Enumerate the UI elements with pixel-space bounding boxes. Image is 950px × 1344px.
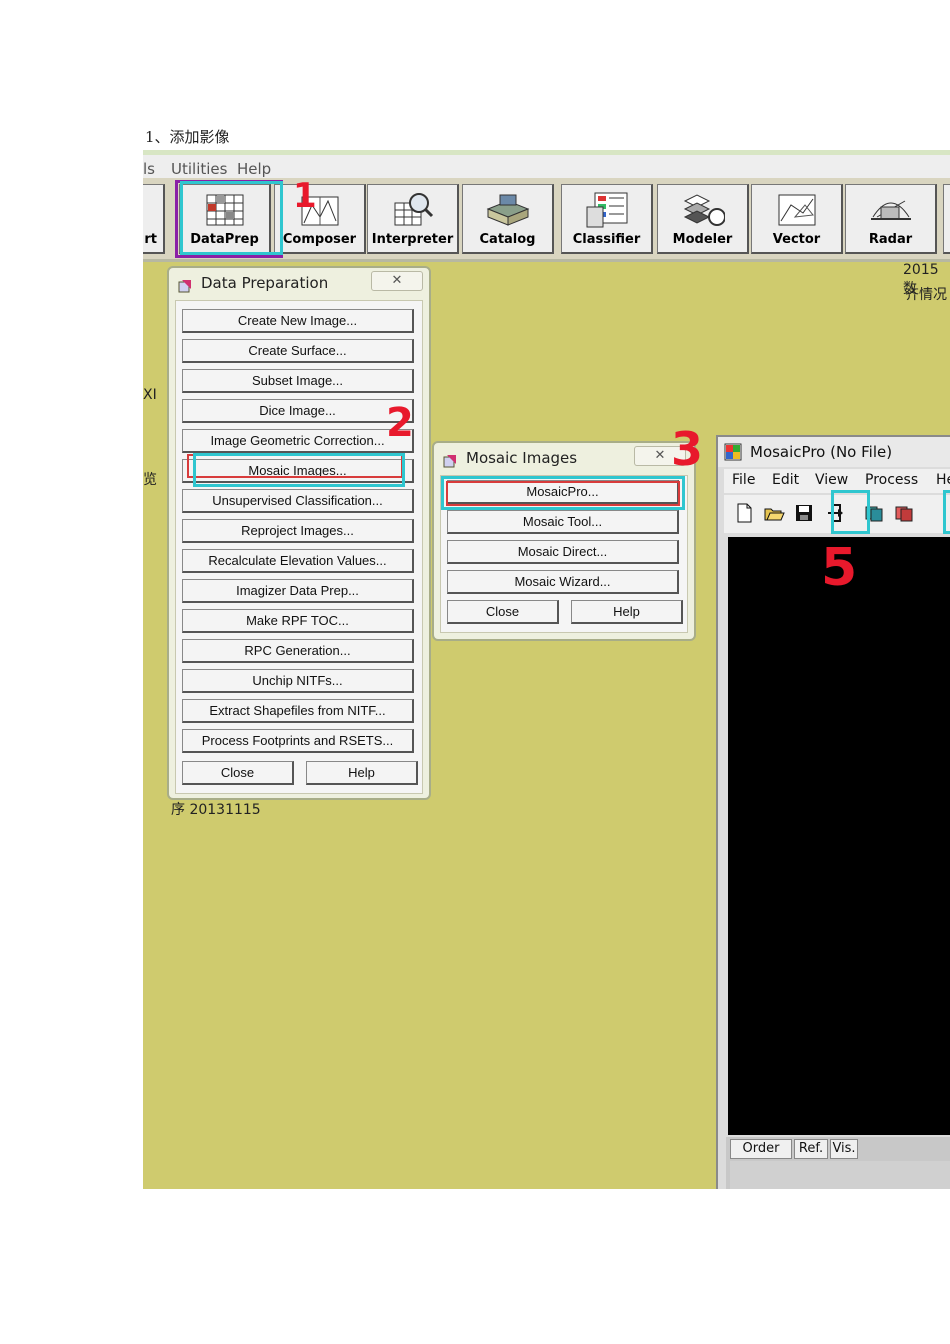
radar-icon (869, 191, 913, 229)
mosaicpro-menu-edit[interactable]: Edit (772, 472, 799, 488)
tool-catalog[interactable]: Catalog (462, 184, 554, 254)
cutline-icon[interactable] (892, 501, 916, 525)
save-icon[interactable] (792, 501, 816, 525)
data-prep-item-4[interactable]: Image Geometric Correction... (182, 429, 414, 453)
data-prep-item-10[interactable]: Make RPF TOC... (182, 609, 414, 633)
tool-modeler-label: Modeler (672, 232, 733, 247)
tool-partial-right[interactable] (943, 184, 950, 254)
catalog-icon (486, 191, 530, 229)
mosaic-images-item-3[interactable]: Mosaic Wizard... (447, 570, 679, 594)
data-preparation-close-button[interactable]: Close (182, 761, 294, 785)
tool-interpreter[interactable]: Interpreter (367, 184, 459, 254)
bg-text-right-2: 齐情况 (905, 287, 947, 303)
tool-classifier[interactable]: Classifier (561, 184, 653, 254)
data-prep-item-6[interactable]: Unsupervised Classification... (182, 489, 414, 513)
erdas-app-icon (443, 453, 457, 468)
tool-partial-left[interactable]: rt (143, 184, 165, 254)
data-prep-item-13[interactable]: Extract Shapefiles from NITF... (182, 699, 414, 723)
highlight-cyan-add-images (831, 490, 870, 534)
mosaicpro-menu-file[interactable]: File (732, 472, 755, 488)
erdas-app-icon (178, 278, 192, 293)
tool-vector[interactable]: Vector (751, 184, 843, 254)
classifier-icon (585, 191, 629, 229)
mosaic-images-help-button[interactable]: Help (571, 600, 683, 624)
highlight-cyan-mosaicpro (441, 476, 685, 510)
tool-radar[interactable]: Radar (845, 184, 937, 254)
data-prep-item-11[interactable]: RPC Generation... (182, 639, 414, 663)
tool-catalog-label: Catalog (479, 232, 536, 247)
data-preparation-title: Data Preparation (201, 274, 329, 292)
annotation-step-5: 5 (821, 538, 858, 598)
mosaicpro-app-icon (724, 443, 742, 461)
data-preparation-help-button[interactable]: Help (306, 761, 418, 785)
mosaicpro-canvas[interactable] (728, 537, 950, 1135)
menu-help[interactable]: Help (237, 160, 271, 178)
mosaic-images-item-1[interactable]: Mosaic Tool... (447, 510, 679, 534)
bg-text-lan: 浏览 (143, 472, 157, 488)
data-preparation-panel: Create New Image... Create Surface... Subs… (175, 300, 423, 794)
app-menubar: ls Utilities Help (143, 150, 950, 178)
mosaic-images-close-button[interactable]: Close (447, 600, 559, 624)
data-preparation-dialog: Data Preparation ✕ Create New Image... Cr… (167, 266, 431, 800)
mosaic-images-title: Mosaic Images (466, 449, 578, 467)
tool-modeler[interactable]: Modeler (657, 184, 749, 254)
interpreter-icon (391, 191, 435, 229)
open-folder-icon[interactable] (762, 501, 786, 525)
annotation-step-3: 3 (671, 422, 704, 476)
image-list-body (730, 1161, 950, 1189)
screenshot-area: ls Utilities Help rt DataPrep Composer I… (143, 150, 950, 1189)
column-order[interactable]: Order (730, 1139, 792, 1159)
highlight-cyan-partial-right (943, 490, 950, 534)
annotation-step-2: 2 (386, 400, 414, 446)
mosaicpro-title: MosaicPro (No File) (750, 443, 893, 461)
column-vis[interactable]: Vis. (830, 1139, 858, 1159)
data-preparation-close-x[interactable]: ✕ (371, 271, 423, 291)
data-prep-item-7[interactable]: Reproject Images... (182, 519, 414, 543)
data-prep-item-12[interactable]: Unchip NITFs... (182, 669, 414, 693)
data-prep-item-0[interactable]: Create New Image... (182, 309, 414, 333)
highlight-cyan-dataprep (180, 181, 283, 255)
data-prep-item-3[interactable]: Dice Image... (182, 399, 414, 423)
mosaicpro-titlebar: MosaicPro (No File) (718, 437, 950, 467)
modeler-icon (681, 191, 726, 229)
tool-radar-label: Radar (868, 232, 913, 247)
data-prep-item-1[interactable]: Create Surface... (182, 339, 414, 363)
new-file-icon[interactable] (732, 501, 756, 525)
column-ref[interactable]: Ref. (794, 1139, 828, 1159)
tool-composer-label: Composer (282, 232, 357, 247)
mosaicpro-menu-view[interactable]: View (815, 472, 848, 488)
data-prep-item-9[interactable]: Imagizer Data Prep... (182, 579, 414, 603)
tool-classifier-label: Classifier (572, 232, 641, 247)
mosaic-images-dialog: Mosaic Images ✕ MosaicPro... Mosaic Tool.… (432, 441, 696, 641)
tool-vector-label: Vector (772, 232, 821, 247)
mosaicpro-image-list: Order Ref. Vis. (726, 1137, 950, 1189)
annotation-step-1: 1 (293, 176, 317, 216)
tool-partial-label: rt (144, 232, 157, 247)
tool-interpreter-label: Interpreter (371, 232, 454, 247)
highlight-cyan-mosaic-images (193, 453, 405, 487)
data-prep-item-8[interactable]: Recalculate Elevation Values... (182, 549, 414, 573)
document-heading: 1、添加影像 (145, 128, 230, 146)
bg-text-date: 序 20131115 (171, 802, 261, 818)
vector-icon (775, 191, 819, 229)
data-prep-item-14[interactable]: Process Footprints and RSETS... (182, 729, 414, 753)
mosaicpro-menu-help[interactable]: He (936, 472, 950, 488)
mosaicpro-menu-process[interactable]: Process (865, 472, 918, 488)
bg-text-xi: XI (143, 387, 157, 403)
menu-tools-partial[interactable]: ls (143, 160, 155, 178)
mosaic-images-item-2[interactable]: Mosaic Direct... (447, 540, 679, 564)
menu-utilities[interactable]: Utilities (171, 160, 227, 178)
tool-composer[interactable]: Composer (274, 184, 366, 254)
data-prep-item-2[interactable]: Subset Image... (182, 369, 414, 393)
